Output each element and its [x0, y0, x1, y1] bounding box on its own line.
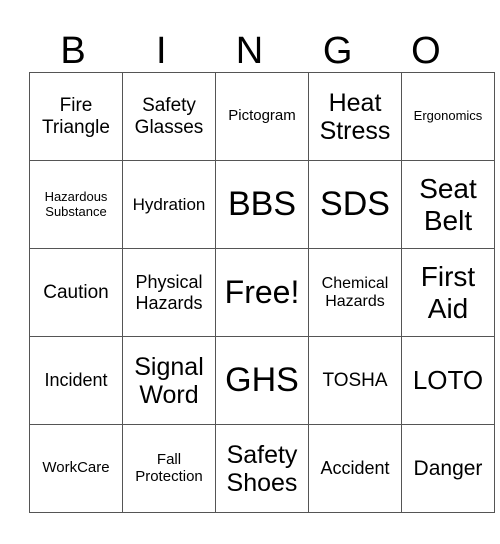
bingo-cell[interactable]: Safety Shoes [215, 424, 309, 513]
header-letter-g: G [322, 30, 353, 72]
bingo-cell[interactable]: Incident [29, 336, 123, 425]
bingo-cell[interactable]: Safety Glasses [122, 72, 216, 161]
header-letter-n: N [235, 30, 264, 72]
header-letter-b: B [60, 30, 86, 72]
bingo-cell[interactable]: Danger [401, 424, 495, 513]
bingo-cell[interactable]: Physical Hazards [122, 248, 216, 337]
bingo-cell[interactable]: SDS [308, 160, 402, 249]
bingo-cell[interactable]: Chemical Hazards [308, 248, 402, 337]
bingo-cell[interactable]: Fall Protection [122, 424, 216, 513]
grid-row: Incident Signal Word GHS TOSHA LOTO [29, 336, 495, 425]
grid-row: WorkCare Fall Protection Safety Shoes Ac… [29, 424, 495, 513]
bingo-cell[interactable]: Signal Word [122, 336, 216, 425]
bingo-cell[interactable]: Seat Belt [401, 160, 495, 249]
bingo-cell[interactable]: GHS [215, 336, 309, 425]
bingo-cell[interactable]: Ergonomics [401, 72, 495, 161]
grid-row: Caution Physical Hazards Free! Chemical … [29, 248, 495, 337]
bingo-cell[interactable]: WorkCare [29, 424, 123, 513]
bingo-cell[interactable]: Hydration [122, 160, 216, 249]
bingo-cell[interactable]: BBS [215, 160, 309, 249]
bingo-cell[interactable]: Caution [29, 248, 123, 337]
bingo-cell[interactable]: Heat Stress [308, 72, 402, 161]
bingo-grid: Fire Triangle Safety Glasses Pictogram H… [29, 72, 495, 513]
grid-row: Fire Triangle Safety Glasses Pictogram H… [29, 72, 495, 161]
header-letter-o: O [411, 30, 441, 72]
bingo-cell[interactable]: Pictogram [215, 72, 309, 161]
bingo-cell[interactable]: LOTO [401, 336, 495, 425]
bingo-header: B I N G O [29, 30, 470, 72]
bingo-cell[interactable]: Fire Triangle [29, 72, 123, 161]
bingo-cell[interactable]: TOSHA [308, 336, 402, 425]
header-letter-i: I [156, 30, 167, 72]
bingo-cell[interactable]: Hazardous Substance [29, 160, 123, 249]
free-space-cell[interactable]: Free! [215, 248, 309, 337]
bingo-cell[interactable]: First Aid [401, 248, 495, 337]
grid-row: Hazardous Substance Hydration BBS SDS Se… [29, 160, 495, 249]
bingo-cell[interactable]: Accident [308, 424, 402, 513]
